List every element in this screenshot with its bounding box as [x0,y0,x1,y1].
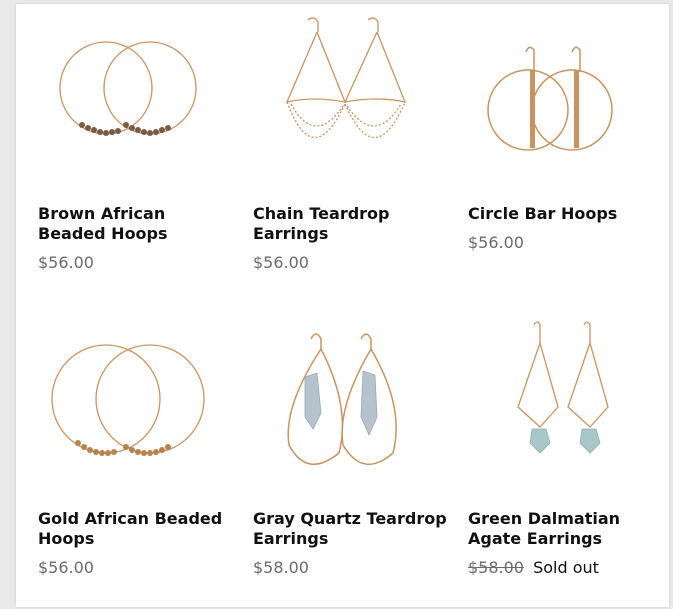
product-title[interactable]: Gold African Beaded Hoops [38,509,238,548]
product-price: $56.00 [38,253,94,272]
product-title[interactable]: Circle Bar Hoops [468,204,668,224]
gray-quartz-teardrop-icon[interactable] [253,317,438,492]
product-grid-page: Brown African Beaded Hoops $56.00 Chain … [16,4,669,607]
product-price: $56.00 [253,253,309,272]
product-title[interactable]: Green Dalmatian Agate Earrings [468,509,668,548]
product-card-chain-teardrop-earrings[interactable]: Chain Teardrop Earrings $56.00 [253,4,468,309]
original-price: $58.00 [468,558,524,577]
product-title[interactable]: Chain Teardrop Earrings [253,204,453,243]
product-title[interactable]: Gray Quartz Teardrop Earrings [253,509,453,548]
product-title[interactable]: Brown African Beaded Hoops [38,204,238,243]
product-card-green-dalmatian-agate-earrings[interactable]: Green Dalmatian Agate Earrings $58.00 So… [468,309,673,607]
product-card-brown-african-beaded-hoops[interactable]: Brown African Beaded Hoops $56.00 [38,4,253,309]
green-agate-earrings-icon[interactable] [468,317,653,492]
product-card-circle-bar-hoops[interactable]: Circle Bar Hoops $56.00 [468,4,673,309]
product-price: $58.00 [253,558,309,577]
product-card-gold-african-beaded-hoops[interactable]: Gold African Beaded Hoops $56.00 [38,309,253,607]
chain-teardrop-earrings-icon[interactable] [253,12,438,187]
product-price: $56.00 [38,558,94,577]
brown-beaded-hoops-icon[interactable] [38,12,223,187]
gold-beaded-hoops-icon[interactable] [38,317,223,492]
sold-out-label: Sold out [533,558,599,577]
circle-bar-hoops-icon[interactable] [468,12,653,187]
product-price: $56.00 [468,233,524,252]
product-price: $58.00 Sold out [468,558,599,578]
product-card-gray-quartz-teardrop-earrings[interactable]: Gray Quartz Teardrop Earrings $58.00 [253,309,468,607]
product-grid: Brown African Beaded Hoops $56.00 Chain … [38,4,673,607]
